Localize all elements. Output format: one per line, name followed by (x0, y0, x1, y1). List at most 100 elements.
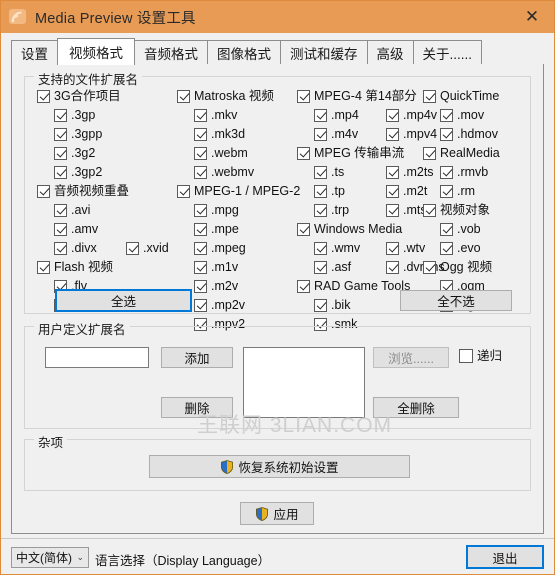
bottom-bar: 中文(简体) ⌄ 语言选择（Display Language） 退出 (1, 538, 554, 574)
extension-checkbox[interactable]: .mkv (194, 109, 237, 122)
chevron-down-icon: ⌄ (76, 552, 84, 562)
extension-row: .trp .mts (297, 201, 427, 220)
checkbox-box (314, 261, 327, 274)
extension-checkbox[interactable]: .m4v (314, 128, 372, 141)
extension-checkbox[interactable]: Matroska 视频 (177, 90, 274, 103)
extension-checkbox[interactable]: .mk3d (194, 128, 245, 141)
extension-checkbox[interactable]: .3gp (54, 109, 95, 122)
extension-checkbox[interactable]: .mp2v (194, 299, 245, 312)
select-all-button[interactable]: 全选 (55, 289, 192, 312)
exit-button[interactable]: 退出 (466, 545, 544, 569)
recurse-checkbox[interactable]: 递归 (459, 349, 502, 363)
extension-checkbox[interactable]: .webm (194, 147, 248, 160)
tab-6[interactable]: 关于...... (412, 40, 483, 64)
apply-button[interactable]: 应用 (240, 502, 314, 525)
extension-checkbox[interactable]: .mts (386, 204, 427, 217)
user-extension-list[interactable] (243, 347, 365, 418)
extension-checkbox[interactable]: .wmv (314, 242, 372, 255)
extension-checkbox[interactable]: .wtv (386, 242, 425, 255)
close-icon[interactable]: ✕ (510, 1, 554, 33)
checkbox-label: .3gp2 (71, 165, 103, 179)
tab-4[interactable]: 测试和缓存 (280, 40, 368, 64)
restore-defaults-button[interactable]: 恢复系统初始设置 (149, 455, 410, 478)
extension-checkbox[interactable]: .bik (314, 299, 350, 312)
checkbox-label: .mov (457, 108, 485, 122)
checkbox-label: .m2v (211, 279, 239, 293)
add-extension-button[interactable]: 添加 (161, 347, 233, 368)
checkbox-label: .webm (211, 146, 248, 160)
extension-row: 视频对象 (423, 201, 543, 220)
extension-checkbox[interactable]: .m1v (194, 261, 238, 274)
extension-row: .wmv .wtv (297, 239, 425, 258)
tab-2[interactable]: 音频格式 (134, 40, 208, 64)
extension-checkbox[interactable]: .tp (314, 185, 372, 198)
extension-checkbox[interactable]: .vob (440, 223, 481, 236)
extension-checkbox[interactable]: MPEG-1 / MPEG-2 (177, 185, 300, 198)
checkbox-box (440, 128, 453, 141)
extension-checkbox[interactable]: .mpg (194, 204, 239, 217)
extension-checkbox[interactable]: 3G合作项目 (37, 90, 121, 103)
extension-row: .mpg (177, 201, 297, 220)
extension-checkbox[interactable]: .ts (314, 166, 372, 179)
extension-checkbox[interactable]: .webmv (194, 166, 254, 179)
tab-1[interactable]: 视频格式 (57, 38, 135, 65)
extension-checkbox[interactable]: .avi (54, 204, 90, 217)
extension-checkbox[interactable]: .mov (440, 109, 484, 122)
extension-checkbox[interactable]: RealMedia (423, 147, 500, 160)
supported-extensions-legend: 支持的文件扩展名 (34, 69, 143, 88)
extension-row: .ts .m2ts (297, 163, 434, 182)
checkbox-box (440, 223, 453, 236)
extension-checkbox[interactable]: .rm (440, 185, 475, 198)
extension-checkbox[interactable]: .mpe (194, 223, 239, 236)
extension-checkbox[interactable]: .3gpp (54, 128, 102, 141)
delete-extension-button[interactable]: 删除 (161, 397, 233, 418)
extension-checkbox[interactable]: QuickTime (423, 90, 499, 103)
extension-row: .amv (37, 220, 187, 239)
checkbox-label: .mpe (211, 222, 239, 236)
checkbox-box (423, 261, 436, 274)
checkbox-label: .asf (331, 260, 352, 274)
extension-checkbox[interactable]: 视频对象 (423, 204, 490, 217)
user-extension-input[interactable] (45, 347, 149, 368)
extension-checkbox[interactable]: .mpeg (194, 242, 246, 255)
extension-row: .m1v (177, 258, 297, 277)
extension-checkbox[interactable]: .3g2 (54, 147, 95, 160)
extension-checkbox[interactable]: .m2v (194, 280, 238, 293)
tab-0[interactable]: 设置 (11, 40, 58, 64)
extension-checkbox[interactable]: Windows Media (297, 223, 402, 236)
extension-checkbox[interactable]: .m2t (386, 185, 427, 198)
select-none-button[interactable]: 全不选 (400, 290, 512, 311)
extension-checkbox[interactable]: 音频视频重叠 (37, 185, 129, 198)
extension-checkbox[interactable]: .amv (54, 223, 98, 236)
extension-checkbox[interactable]: .mp4 (314, 109, 372, 122)
language-select[interactable]: 中文(简体) ⌄ (11, 547, 89, 568)
extension-checkbox[interactable]: MPEG 传输串流 (297, 147, 404, 160)
checkbox-box (440, 242, 453, 255)
extension-checkbox[interactable]: Flash 视频 (37, 261, 113, 274)
extension-checkbox[interactable]: .3gp2 (54, 166, 102, 179)
extension-checkbox[interactable]: .rmvb (440, 166, 488, 179)
extension-checkbox[interactable]: RAD Game Tools (297, 280, 410, 293)
extension-checkbox[interactable]: .xvid (126, 242, 169, 255)
checkbox-label: .wtv (403, 241, 426, 255)
extension-checkbox[interactable]: .trp (314, 204, 372, 217)
checkbox-label: .mpg (211, 203, 239, 217)
extension-checkbox[interactable]: .hdmov (440, 128, 498, 141)
delete-all-button[interactable]: 全删除 (373, 397, 459, 418)
extension-checkbox[interactable]: MPEG-4 第14部分 (297, 90, 417, 103)
supported-extensions-group: 支持的文件扩展名 3G合作项目 .3gp .3gpp .3g2 .3gp2 音频视频重叠.… (24, 69, 531, 331)
extension-checkbox[interactable]: .evo (440, 242, 481, 255)
checkbox-box (314, 109, 327, 122)
checkbox-label: .webmv (211, 165, 255, 179)
misc-group: 杂项 恢复系统初始设置 (24, 432, 531, 491)
checkbox-label: QuickTime (440, 89, 500, 103)
extension-checkbox[interactable]: .divx (54, 242, 112, 255)
tab-5[interactable]: 高级 (366, 40, 414, 64)
checkbox-label: .m4v (331, 127, 359, 141)
restore-defaults-label: 恢复系统初始设置 (238, 461, 339, 475)
extension-checkbox[interactable]: Ogg 视频 (423, 261, 492, 274)
tab-3[interactable]: 图像格式 (207, 40, 281, 64)
checkbox-box (194, 223, 207, 236)
extension-checkbox[interactable]: .asf (314, 261, 372, 274)
browse-button[interactable]: 浏览...... (373, 347, 449, 368)
